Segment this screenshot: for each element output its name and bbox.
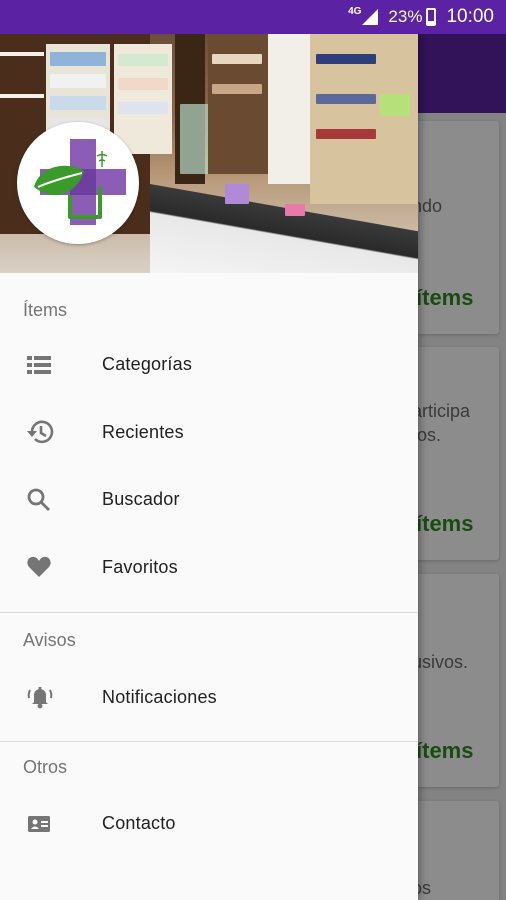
pharmacy-logo-icon <box>34 139 126 225</box>
navigation-drawer: Ítems Categorías Recientes Buscador Favo… <box>0 34 418 900</box>
battery-percent: 23% <box>388 7 423 26</box>
search-icon <box>0 487 102 513</box>
network-type: 4G <box>348 5 362 17</box>
menu-item-buscador[interactable]: Buscador <box>0 466 418 534</box>
menu-item-label: Recientes <box>102 421 184 442</box>
pharmacy-logo <box>17 122 139 244</box>
section-label-items: Ítems <box>23 300 68 320</box>
menu-item-recientes[interactable]: Recientes <box>0 399 418 467</box>
battery-icon <box>426 8 437 26</box>
section-label-otros: Otros <box>23 757 68 777</box>
history-icon <box>0 419 102 445</box>
menu-item-notificaciones[interactable]: Notificaciones <box>0 663 418 731</box>
clock: 10:00 <box>446 6 494 27</box>
menu-item-label: Notificaciones <box>102 686 217 707</box>
menu-item-categorias[interactable]: Categorías <box>0 331 418 399</box>
menu-item-label: Buscador <box>102 489 180 510</box>
menu-item-label: Favoritos <box>102 556 178 577</box>
contact-card-icon <box>0 813 102 835</box>
bell-icon <box>0 684 102 710</box>
section-label-avisos: Avisos <box>23 630 76 650</box>
status-bar: 4G 23% 10:00 <box>0 0 506 34</box>
heart-icon <box>0 555 102 579</box>
menu-item-favoritos[interactable]: Favoritos <box>0 534 418 602</box>
menu-item-label: Categorías <box>102 354 193 375</box>
menu-item-label: Contacto <box>102 813 176 834</box>
drawer-header-image <box>0 34 418 273</box>
signal-icon <box>362 9 379 25</box>
menu-item-contacto[interactable]: Contacto <box>0 790 418 858</box>
list-icon <box>0 354 102 376</box>
